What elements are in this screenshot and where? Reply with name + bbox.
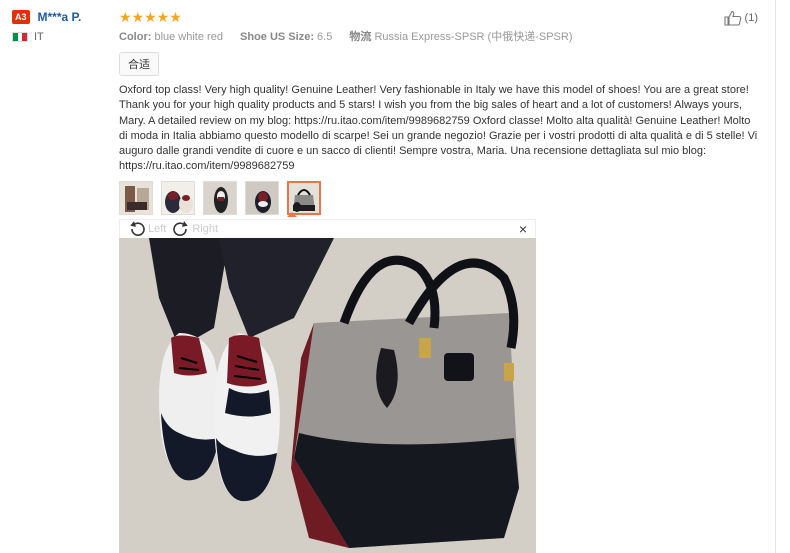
- rotate-right-icon: [173, 221, 189, 236]
- rotate-left-button[interactable]: Left: [128, 221, 166, 237]
- review-text: Oxford top class! Very high quality! Gen…: [119, 84, 758, 173]
- thumbnail-4[interactable]: [245, 180, 279, 215]
- reviewer-country: IT: [34, 31, 44, 43]
- rotate-right-label: Right: [192, 223, 219, 235]
- thumbnail-5-active[interactable]: [287, 180, 321, 215]
- buyer-level-badge: A3: [12, 10, 30, 24]
- product-attributes: Color: blue white red Shoe US Size: 6.5 …: [119, 29, 759, 45]
- thumbnail-2[interactable]: [161, 180, 195, 215]
- active-thumbnail-pointer: [287, 212, 297, 217]
- review-photo-large: [119, 238, 536, 553]
- reviewer-info: A3 M***a P. IT: [12, 8, 112, 45]
- thumbnail-1[interactable]: [119, 180, 153, 215]
- close-icon[interactable]: ×: [519, 221, 527, 237]
- right-divider: [775, 0, 776, 553]
- color-value: blue white red: [154, 31, 223, 43]
- color-label: Color:: [119, 31, 152, 43]
- image-viewer-toolbar: Left Right ×: [119, 219, 536, 239]
- rotate-right-button[interactable]: Right: [172, 221, 218, 237]
- star-rating: ★★★★★: [119, 9, 182, 25]
- photo-thumbnails: [119, 180, 759, 217]
- rotate-left-label: Left: [148, 223, 167, 235]
- thumbnail-3[interactable]: [203, 180, 237, 215]
- italy-flag-icon: [12, 32, 28, 42]
- review-body: ★★★★★ Color: blue white red Shoe US Size…: [119, 8, 759, 217]
- reviewer-name: M***a P.: [37, 10, 82, 24]
- size-value: 6.5: [317, 31, 333, 43]
- shipping-label: 物流: [349, 31, 372, 43]
- review-tag[interactable]: 合适: [119, 52, 159, 76]
- shipping-value: Russia Express-SPSR (中俄快递-SPSR): [374, 31, 573, 43]
- size-label: Shoe US Size:: [240, 31, 314, 43]
- rotate-left-icon: [130, 221, 145, 236]
